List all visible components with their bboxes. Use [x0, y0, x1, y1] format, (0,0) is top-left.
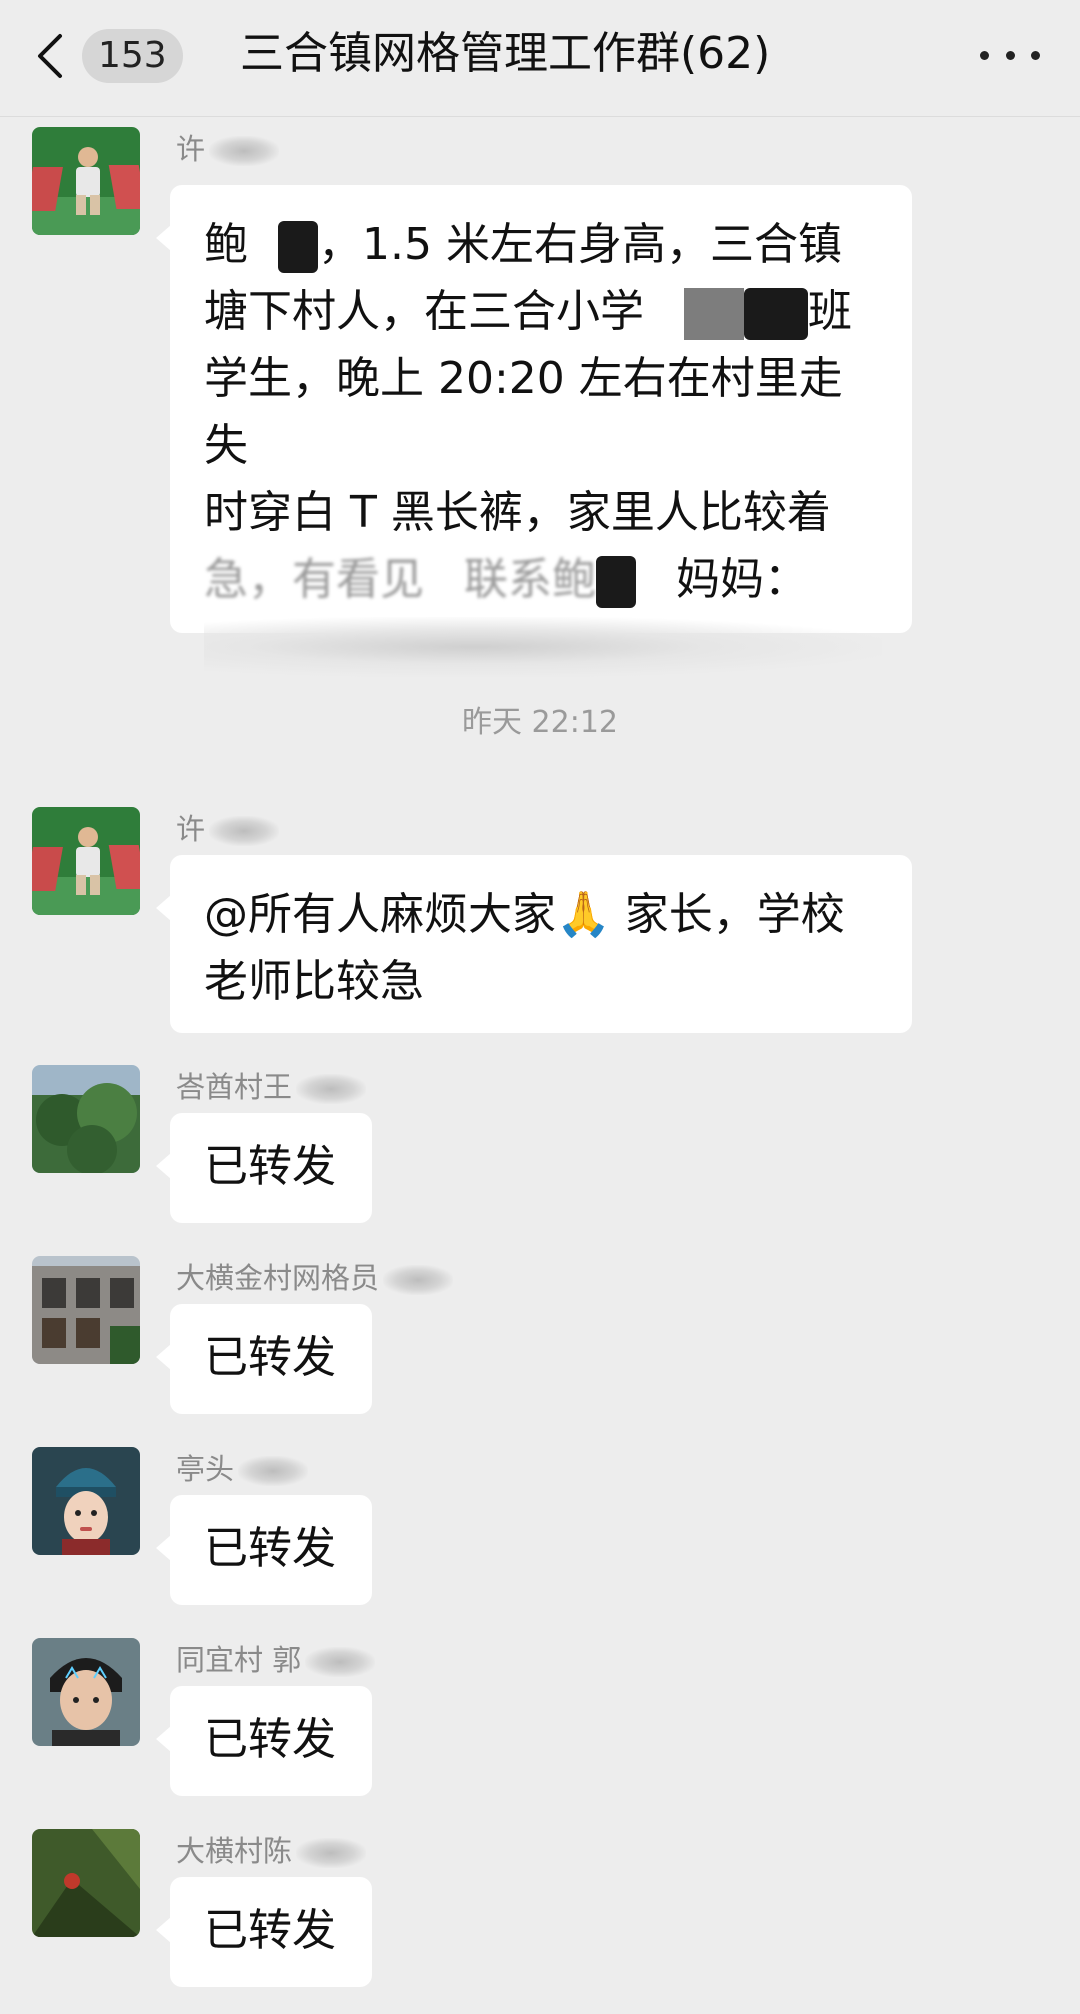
avatar[interactable] [32, 1447, 140, 1555]
timestamp: 昨天 22:12 [462, 705, 618, 740]
praying-hands-emoji: 🙏 [556, 889, 611, 940]
chat-list[interactable]: 许 鲍，1.5 米左右身高，三合镇 塘下村人，在三合小学班 学生，晚上 20:2… [0, 117, 1080, 2014]
sender-name: 许 [176, 129, 280, 169]
avatar[interactable] [32, 807, 140, 915]
sender-name: 许 [176, 809, 280, 849]
message-bubble[interactable]: 已转发 [156, 1495, 372, 1605]
sender-name: 亭头 [176, 1449, 309, 1489]
avatar[interactable] [32, 127, 140, 235]
message-bubble[interactable]: 已转发 [156, 1304, 372, 1414]
chat-header: 153 三合镇网格管理工作群(62) [0, 0, 1080, 117]
avatar[interactable] [32, 1829, 140, 1937]
message-bubble[interactable]: 鲍，1.5 米左右身高，三合镇 塘下村人，在三合小学班 学生，晚上 20:20 … [156, 185, 912, 677]
avatar[interactable] [32, 1065, 140, 1173]
message-bubble[interactable]: @所有人麻烦大家🙏 家长，学校 老师比较急 [156, 855, 912, 1033]
more-dots-icon[interactable] [980, 30, 1040, 80]
chevron-left-icon [38, 34, 62, 78]
sender-name: 大横金村网格员 [176, 1258, 454, 1298]
back-button[interactable]: 153 [34, 24, 194, 88]
message-bubble[interactable]: 已转发 [156, 1113, 372, 1223]
sender-name: 同宜村 郭 [176, 1640, 376, 1680]
avatar[interactable] [32, 1638, 140, 1746]
message-bubble[interactable]: 已转发 [156, 1686, 372, 1796]
sender-name: 峇酋村王 [176, 1067, 367, 1107]
page-title: 三合镇网格管理工作群(62) [240, 28, 771, 79]
message-bubble[interactable]: 已转发 [156, 1877, 372, 1987]
unread-count-badge: 153 [82, 29, 183, 83]
sender-name: 大横村陈 [176, 1831, 367, 1871]
avatar[interactable] [32, 1256, 140, 1364]
